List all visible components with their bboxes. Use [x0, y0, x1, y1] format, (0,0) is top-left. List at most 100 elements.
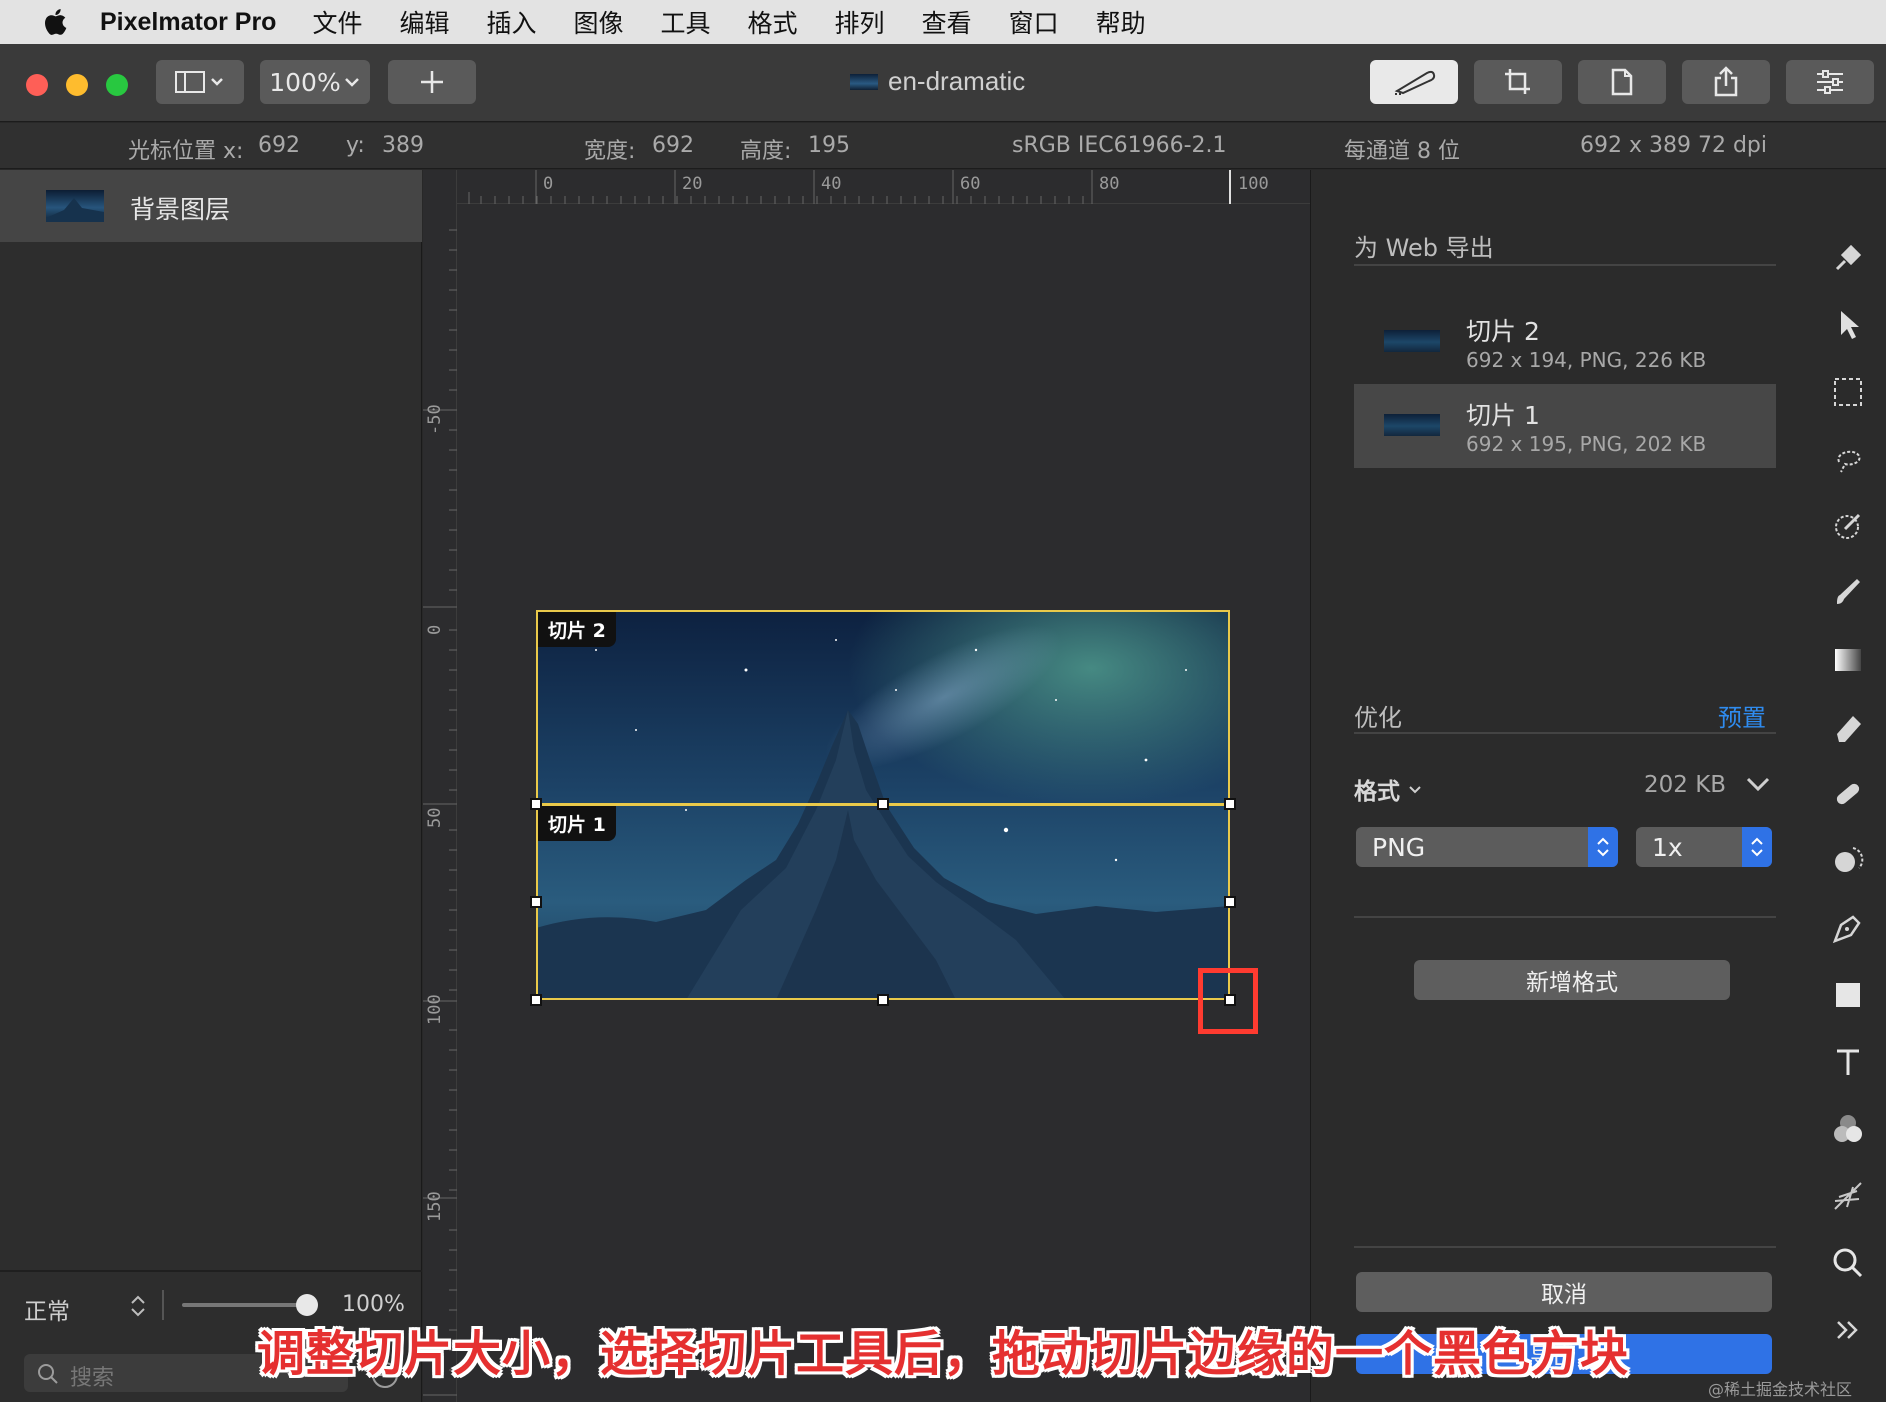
- document-format-button[interactable]: [1578, 60, 1666, 104]
- cursor-x-value: 692: [258, 133, 300, 158]
- eraser-tool-icon[interactable]: [1828, 707, 1868, 747]
- repair-tool-icon[interactable]: [1828, 774, 1868, 814]
- footer-divider: [1354, 1246, 1776, 1248]
- slice-thumbnail: [1384, 330, 1440, 352]
- opacity-slider-track[interactable]: [182, 1303, 312, 1307]
- info-bar: 光标位置 x: 692 y: 389 宽度: 692 高度: 195 sRGB …: [0, 123, 1886, 169]
- chevron-down-icon: [1409, 786, 1421, 794]
- slice-meta: 692 x 195, PNG, 202 KB: [1466, 432, 1707, 456]
- format-select[interactable]: PNG: [1356, 827, 1618, 867]
- document-title: en-dramatic: [850, 66, 1025, 97]
- app-name-menu[interactable]: Pixelmator Pro: [100, 8, 276, 37]
- ruler-left-label-100: 100: [425, 994, 445, 1025]
- slice-meta: 692 x 194, PNG, 226 KB: [1466, 348, 1707, 372]
- resize-handle-top-right[interactable]: [1224, 798, 1236, 810]
- sliders-icon: [1817, 70, 1843, 94]
- slice-name: 切片 2: [1466, 317, 1540, 346]
- width-value: 692: [652, 133, 694, 158]
- export-panel-title: 为 Web 导出: [1354, 234, 1494, 262]
- type-tool-icon[interactable]: [1828, 1042, 1868, 1082]
- zoom-window-button[interactable]: [106, 74, 128, 96]
- ruler-top-label-100: 100: [1238, 174, 1269, 194]
- layer-thumbnail: [46, 190, 104, 222]
- slice-2-frame[interactable]: 切片 2: [536, 610, 1230, 805]
- up-down-chevron-icon: [1588, 827, 1618, 867]
- ruler-top-label-0: 0: [543, 174, 554, 194]
- add-format-button[interactable]: 新增格式: [1414, 960, 1730, 1000]
- horizontal-ruler[interactable]: 0 20 40 60 80 100: [423, 170, 1310, 204]
- share-icon: [1714, 66, 1738, 97]
- add-button[interactable]: [388, 60, 476, 104]
- lasso-tool-icon[interactable]: [1828, 439, 1868, 479]
- resize-handle-bottom-left[interactable]: [530, 994, 542, 1006]
- color-adjust-tool-icon[interactable]: [1828, 1109, 1868, 1149]
- quick-selection-tool-icon[interactable]: [1828, 506, 1868, 546]
- highlight-box: [1198, 968, 1258, 1034]
- height-label: 高度:: [740, 139, 792, 164]
- menu-edit[interactable]: 编辑: [399, 4, 449, 40]
- knife-icon: [1394, 70, 1436, 95]
- zoom-tool-icon[interactable]: [1828, 1243, 1868, 1283]
- presets-link[interactable]: 预置: [1718, 698, 1766, 733]
- retouch-tool-icon[interactable]: [1828, 841, 1868, 881]
- format-divider: [1354, 916, 1776, 918]
- menu-file[interactable]: 文件: [312, 4, 362, 40]
- menu-arrange[interactable]: 排列: [835, 4, 885, 40]
- apple-icon[interactable]: [32, 0, 78, 44]
- opacity-slider-thumb[interactable]: [296, 1294, 318, 1316]
- resize-handle-bottom[interactable]: [877, 994, 889, 1006]
- minimize-window-button[interactable]: [66, 74, 88, 96]
- menu-bar: Pixelmator Pro 文件 编辑 插入 图像 工具 格式 排列 查看 窗…: [0, 0, 1886, 44]
- image-resolution: 692 x 389 72 dpi: [1580, 133, 1768, 158]
- menu-insert[interactable]: 插入: [486, 4, 536, 40]
- layer-row[interactable]: 背景图层: [0, 170, 422, 242]
- gradient-tool-icon[interactable]: [1828, 640, 1868, 680]
- ruler-left-label-50: 50: [425, 807, 445, 828]
- crop-button[interactable]: [1474, 60, 1562, 104]
- cursor-x-label: 光标位置 x:: [128, 139, 244, 164]
- slice-thumbnail: [1384, 414, 1440, 436]
- paint-tool-icon[interactable]: [1828, 573, 1868, 613]
- resize-handle-right[interactable]: [1224, 896, 1236, 908]
- menu-image[interactable]: 图像: [574, 4, 624, 40]
- resize-handle-left[interactable]: [530, 896, 542, 908]
- ruler-left-label-150: 150: [425, 1191, 445, 1222]
- slice-1-frame[interactable]: 切片 1: [536, 804, 1230, 1000]
- resize-handle-top-left[interactable]: [530, 798, 542, 810]
- export-slice-item-selected[interactable]: 切片 1 692 x 195, PNG, 202 KB: [1354, 384, 1776, 468]
- pen-tool-icon[interactable]: [1828, 908, 1868, 948]
- effects-tool-icon[interactable]: [1828, 1176, 1868, 1216]
- menu-format[interactable]: 格式: [748, 4, 798, 40]
- share-button[interactable]: [1682, 60, 1770, 104]
- vertical-ruler[interactable]: -50 0 50 100 150: [423, 170, 457, 1402]
- menu-help[interactable]: 帮助: [1096, 4, 1146, 40]
- slice-2-label: 切片 2: [538, 612, 616, 647]
- optimize-label: 优化: [1354, 704, 1402, 732]
- shape-tool-icon[interactable]: [1828, 975, 1868, 1015]
- zoom-level-button[interactable]: 100%: [260, 60, 370, 104]
- style-tool-icon[interactable]: [1828, 238, 1868, 278]
- menu-view[interactable]: 查看: [922, 4, 972, 40]
- document-icon: [1611, 68, 1633, 96]
- menu-tools[interactable]: 工具: [661, 4, 711, 40]
- resize-handle-top[interactable]: [877, 798, 889, 810]
- collapse-chevron-icon[interactable]: [1744, 772, 1772, 796]
- slice-1-label: 切片 1: [538, 806, 616, 841]
- slice-name: 切片 1: [1466, 401, 1540, 430]
- cancel-button[interactable]: 取消: [1356, 1272, 1772, 1312]
- export-slice-item[interactable]: 切片 2 692 x 194, PNG, 226 KB: [1354, 300, 1776, 384]
- ruler-top-label-60: 60: [960, 174, 981, 194]
- adjustments-button[interactable]: [1786, 60, 1874, 104]
- scale-select[interactable]: 1x: [1636, 827, 1772, 867]
- layers-panel: [0, 170, 422, 1402]
- bit-depth: 每通道 8 位: [1344, 139, 1460, 164]
- slice-tool-toolbar-button[interactable]: [1370, 60, 1458, 104]
- menu-window[interactable]: 窗口: [1009, 4, 1059, 40]
- arrange-tool-icon[interactable]: [1828, 305, 1868, 345]
- optimize-divider: [1354, 732, 1776, 734]
- close-window-button[interactable]: [26, 74, 48, 96]
- format-disclosure[interactable]: 格式: [1354, 772, 1424, 806]
- width-label: 宽度:: [584, 139, 636, 164]
- sidebar-toggle-button[interactable]: [156, 60, 244, 104]
- selection-tool-icon[interactable]: [1828, 372, 1868, 412]
